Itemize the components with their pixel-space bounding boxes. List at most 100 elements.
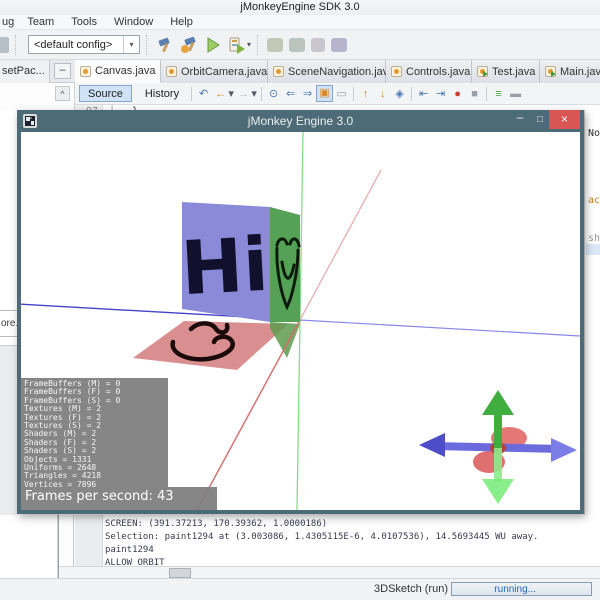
app-titlebar: jMonkeyEngine SDK 3.0 bbox=[0, 0, 600, 15]
jme-3d-viewport[interactable]: Hi FrameBuffers (M) = 0 FrameBuffers (F)… bbox=[21, 132, 580, 510]
menu-item-debug-partial[interactable]: ug bbox=[2, 15, 14, 30]
terrain-icon[interactable] bbox=[311, 37, 326, 52]
output-horizontal-scrollbar[interactable] bbox=[59, 566, 600, 578]
tab-scenenavigation-java[interactable]: SceneNavigation.java × bbox=[268, 60, 406, 83]
jme-window-title: jMonkey Engine 3.0 bbox=[247, 114, 354, 128]
rectangular-selection-icon[interactable]: ▭ bbox=[333, 86, 350, 102]
java-class-icon bbox=[166, 66, 177, 77]
shift-right-icon[interactable]: ⇥ bbox=[432, 86, 449, 102]
source-view-button[interactable]: Source bbox=[79, 85, 132, 102]
tab-strip: setPac... – Canvas.java × OrbitCamera.ja… bbox=[0, 60, 600, 83]
floor-quad-red bbox=[133, 321, 288, 370]
toggle-highlight-icon[interactable]: ▣ bbox=[316, 85, 334, 102]
back-caret-icon[interactable]: ▾ bbox=[227, 86, 235, 102]
editor-tabs: Canvas.java × OrbitCamera.java × SceneNa… bbox=[75, 60, 600, 83]
editor-toolbar: Source History ↶ ← ▾ → ▾ ⊙ ⇐ ⇒ ▣ ▭ ↑ ↓ ◈… bbox=[75, 83, 600, 105]
gizmo-y-arrow-up bbox=[482, 390, 514, 415]
toolbar-separator bbox=[146, 34, 147, 55]
run-dropdown-caret-icon[interactable]: ▾ bbox=[247, 40, 251, 49]
menu-item-tools[interactable]: Tools bbox=[71, 15, 97, 30]
code-fragment: No bbox=[588, 128, 600, 139]
comment-icon[interactable]: ≡ bbox=[490, 86, 507, 102]
record-macro-icon[interactable]: ● bbox=[449, 86, 466, 102]
divider bbox=[0, 336, 17, 337]
last-edit-icon[interactable]: ↶ bbox=[195, 86, 212, 102]
chevron-down-icon: ▾ bbox=[123, 36, 139, 53]
video-capture-icon[interactable] bbox=[289, 37, 306, 52]
tree-node-fragment[interactable]: ore. bbox=[1, 318, 18, 329]
toolbar-separator bbox=[15, 34, 16, 55]
code-fragment: sh bbox=[588, 233, 600, 244]
close-button[interactable]: × bbox=[549, 110, 580, 129]
gizmo-x-arrow-left bbox=[419, 433, 445, 457]
code-fragment: ac bbox=[588, 195, 600, 206]
clean-build-button[interactable] bbox=[179, 35, 199, 55]
transform-gizmo[interactable] bbox=[419, 390, 577, 504]
shift-left-icon[interactable]: ⇤ bbox=[415, 86, 432, 102]
config-dropdown[interactable]: <default config> ▾ bbox=[28, 35, 140, 54]
task-progress-bar[interactable]: running... bbox=[451, 582, 592, 596]
hammer-icon bbox=[158, 37, 170, 52]
screenshot-icon[interactable] bbox=[267, 37, 284, 52]
menu-item-help[interactable]: Help bbox=[170, 15, 193, 30]
clipped-toolbar-icon[interactable] bbox=[0, 36, 9, 53]
next-bookmark-icon[interactable]: ↓ bbox=[374, 86, 391, 102]
tab-label: Main.java bbox=[560, 65, 600, 78]
output-line: Selection: paint1294 at (3.003086, 1.430… bbox=[105, 532, 539, 542]
vehicle-icon[interactable] bbox=[331, 37, 348, 52]
tab-orbitcamera-java[interactable]: OrbitCamera.java × bbox=[161, 60, 279, 83]
selection-highlight bbox=[586, 244, 600, 255]
debug-project-button[interactable] bbox=[227, 35, 247, 55]
main-toolbar: <default config> ▾ ▾ bbox=[0, 30, 600, 60]
left-panel-tab[interactable]: setPac... bbox=[0, 60, 50, 83]
minimize-panel-button[interactable]: – bbox=[54, 63, 71, 79]
gizmo-x-arrow-right bbox=[551, 438, 577, 462]
previous-bookmark-icon[interactable]: ↑ bbox=[357, 86, 374, 102]
find-next-icon[interactable]: ⇒ bbox=[299, 86, 316, 102]
toolbar-separator bbox=[191, 86, 193, 101]
maximize-button[interactable]: □ bbox=[531, 110, 549, 129]
scrollbar-thumb[interactable] bbox=[169, 568, 191, 578]
menu-item-window[interactable]: Window bbox=[114, 15, 153, 30]
stop-macro-icon[interactable]: ■ bbox=[466, 86, 483, 102]
tab-label: OrbitCamera.java bbox=[181, 65, 268, 78]
x-axis-blue-right bbox=[299, 319, 580, 337]
tab-controls-java[interactable]: Controls.java × bbox=[386, 60, 482, 83]
tab-canvas-java[interactable]: Canvas.java × bbox=[75, 60, 167, 83]
menu-item-team[interactable]: Team bbox=[27, 15, 54, 30]
find-previous-icon[interactable]: ⇐ bbox=[282, 86, 299, 102]
clean-hammer-icon bbox=[181, 36, 196, 53]
tab-main-java[interactable]: Main.java bbox=[540, 60, 600, 83]
java-main-class-icon bbox=[477, 66, 488, 77]
uncomment-icon[interactable]: ▬ bbox=[507, 86, 524, 102]
z-axis-red-upper bbox=[299, 169, 382, 321]
java-class-icon bbox=[273, 66, 284, 77]
progress-text: running... bbox=[494, 584, 536, 595]
scroll-up-arrow[interactable]: ^ bbox=[55, 86, 70, 101]
tab-test-java[interactable]: Test.java × bbox=[472, 60, 547, 83]
gizmo-y-arrow-down bbox=[482, 479, 514, 504]
minimize-button[interactable]: – bbox=[511, 110, 529, 129]
toolbar-separator bbox=[257, 34, 259, 55]
find-selection-icon[interactable]: ⊙ bbox=[265, 86, 282, 102]
tab-label: SceneNavigation.java bbox=[288, 65, 395, 78]
jme-window-titlebar[interactable]: jMonkey Engine 3.0 – □ × bbox=[17, 110, 584, 132]
build-project-button[interactable] bbox=[155, 35, 175, 55]
editor-right-strip: No ac sh bbox=[584, 110, 600, 515]
toolbar-separator bbox=[411, 86, 413, 101]
left-panel-body: ^ bbox=[0, 83, 75, 110]
toolbar-separator bbox=[261, 86, 263, 101]
tab-label: Controls.java bbox=[406, 65, 471, 78]
render-stats-overlay: FrameBuffers (M) = 0 FrameBuffers (F) = … bbox=[21, 378, 168, 489]
history-view-button[interactable]: History bbox=[136, 85, 188, 102]
tab-label: Canvas.java bbox=[95, 65, 156, 77]
forward-caret-icon[interactable]: ▾ bbox=[250, 86, 258, 102]
java-class-icon bbox=[80, 65, 91, 77]
app-title: jMonkeyEngine SDK 3.0 bbox=[240, 1, 360, 13]
run-project-button[interactable] bbox=[203, 35, 223, 55]
menu-bar: ug Team Tools Window Help bbox=[0, 15, 600, 30]
toggle-bookmark-icon[interactable]: ◈ bbox=[391, 86, 408, 102]
fps-counter: Frames per second: 43 bbox=[21, 487, 217, 510]
output-line: paint1294 bbox=[105, 545, 154, 555]
run-icon bbox=[207, 36, 220, 53]
